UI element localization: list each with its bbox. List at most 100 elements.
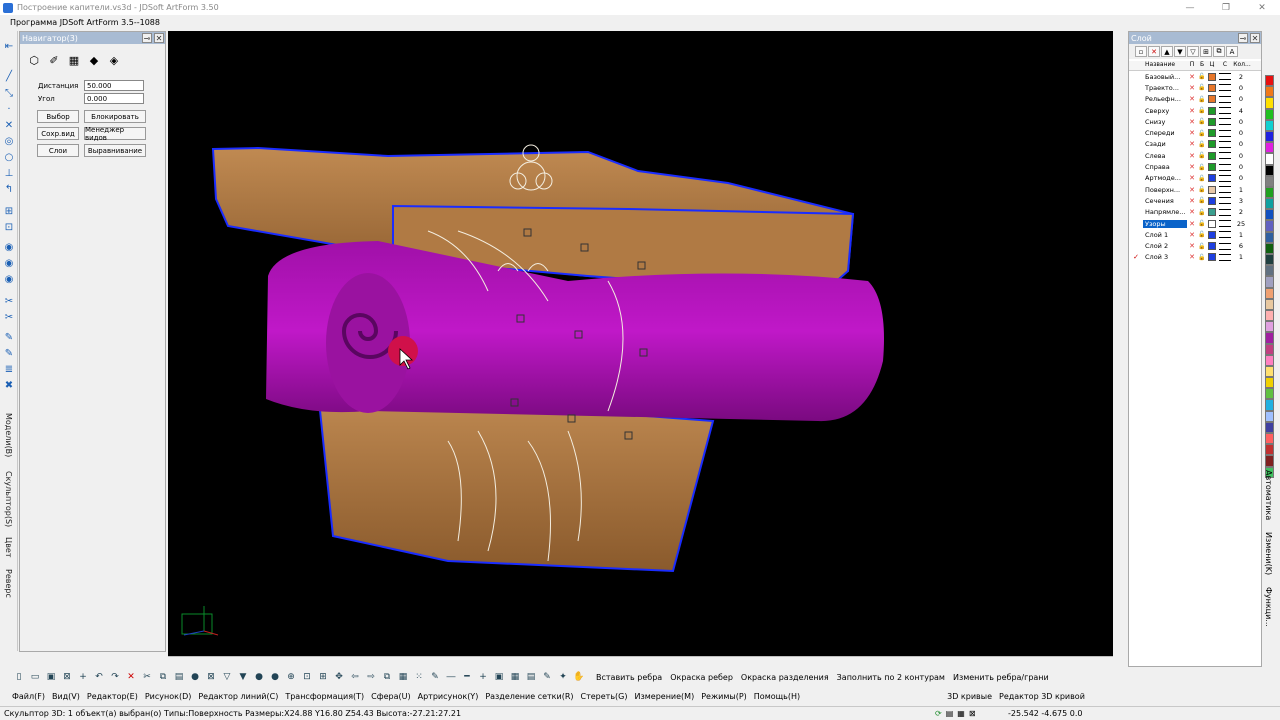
line-weight-icon[interactable]: ━ (460, 670, 474, 684)
layers-tool-icon[interactable]: ◉ (2, 256, 16, 270)
copy-view-icon[interactable]: ⧉ (380, 670, 394, 684)
open-file-icon[interactable]: ▭ (28, 670, 42, 684)
cup-icon[interactable]: ▽ (220, 670, 234, 684)
vtab-functions[interactable]: Функци... (1264, 587, 1273, 627)
bottom-menu-item[interactable]: Измерение(M) (635, 692, 695, 701)
box-icon[interactable]: ⊠ (204, 670, 218, 684)
palette-view-icon[interactable]: ◈ (106, 52, 122, 68)
layer-name[interactable]: Напрямле... (1143, 208, 1187, 216)
cross-tool-icon[interactable]: ✕ (2, 118, 16, 132)
refresh-icon[interactable]: ⟳ (935, 709, 942, 718)
copy-icon[interactable]: ⧉ (156, 670, 170, 684)
palette-swatch[interactable] (1265, 321, 1274, 333)
fit-view-icon[interactable]: ⊠ (60, 670, 74, 684)
brush-tool-icon[interactable]: ✎ (2, 346, 16, 360)
palette-swatch[interactable] (1265, 377, 1274, 389)
select-all-icon[interactable]: ▦ (957, 709, 965, 718)
visibility-icon[interactable]: ✕ (1187, 152, 1197, 160)
palette-swatch[interactable] (1265, 153, 1274, 165)
bottom-menu-item[interactable]: Редактор 3D кривой (999, 692, 1085, 701)
save-view-button[interactable]: Сохр.вид (37, 127, 79, 140)
layer-row[interactable]: Сверху ✕ 🔓 4 (1129, 105, 1261, 116)
grid-tool-icon[interactable]: ⊞ (2, 204, 16, 218)
line-style-icon[interactable] (1219, 73, 1231, 81)
visibility-icon[interactable]: ✕ (1187, 253, 1197, 261)
viewport-vertical-scrollbar[interactable] (1113, 31, 1123, 666)
lock-icon[interactable]: 🔓 (1197, 152, 1207, 159)
program-menu-label[interactable]: Программа JDSoft ArtForm 3.5--1088 (10, 18, 160, 27)
draw-view-icon[interactable]: ✐ (46, 52, 62, 68)
palette-swatch[interactable] (1265, 309, 1274, 322)
mesh-view-icon[interactable]: ▦ (66, 52, 82, 68)
palette-swatch[interactable] (1265, 343, 1274, 355)
layer-color-swatch[interactable] (1208, 83, 1216, 92)
print-icon[interactable]: ▤ (946, 709, 954, 718)
modify-edges-button[interactable]: Изменить ребра/грани (953, 673, 1049, 682)
viewport-horizontal-scrollbar[interactable] (168, 656, 1113, 666)
layers-button[interactable]: Слои (37, 144, 79, 157)
cut-tool-icon[interactable]: ✂ (2, 310, 16, 324)
lock-icon[interactable]: 🔓 (1197, 231, 1207, 238)
zoom-all-icon[interactable]: ⊞ (316, 670, 330, 684)
visibility-icon[interactable]: ✕ (1187, 197, 1197, 205)
palette-swatch[interactable] (1265, 455, 1274, 467)
layer-name[interactable]: Слева (1143, 152, 1187, 160)
palette-swatch[interactable] (1265, 242, 1274, 254)
layer-color-swatch[interactable] (1208, 219, 1216, 228)
palette-swatch[interactable] (1265, 209, 1274, 221)
line-style-icon[interactable]: ― (444, 670, 458, 684)
layer-row[interactable]: Артмоде... ✕ 🔓 0 (1129, 173, 1261, 184)
pan-icon[interactable]: ✥ (332, 670, 346, 684)
layer-color-swatch[interactable] (1208, 242, 1216, 251)
layer-row[interactable]: Напрямле... ✕ 🔓 2 (1129, 207, 1261, 218)
lock-icon[interactable]: 🔓 (1197, 73, 1207, 80)
layer-row[interactable]: Снизу ✕ 🔓 0 (1129, 116, 1261, 127)
palette-swatch[interactable] (1265, 75, 1274, 87)
plus-icon[interactable]: + (476, 670, 490, 684)
visibility-icon[interactable]: ✕ (1187, 95, 1197, 103)
polyline-tool-icon[interactable]: ⤡ (2, 86, 16, 100)
visibility-icon[interactable]: ✕ (1187, 174, 1197, 182)
bottom-menu-item[interactable]: Разделение сетки(R) (485, 692, 573, 701)
view-manager-button[interactable]: Менеджер видов (84, 126, 146, 142)
palette-swatch[interactable] (1265, 86, 1274, 98)
distance-input[interactable] (84, 80, 144, 91)
col-style[interactable]: С (1217, 61, 1233, 70)
line-style-icon[interactable] (1219, 231, 1231, 239)
zoom-window-icon[interactable]: ⊡ (300, 670, 314, 684)
layer-name[interactable]: Сверху (1143, 107, 1187, 115)
color-division-button[interactable]: Окраска разделения (741, 673, 829, 682)
line-tool-icon[interactable]: ╱ (2, 69, 16, 83)
line-style-icon[interactable] (1219, 140, 1231, 148)
current-layer-check-icon[interactable]: ✓ (1129, 253, 1143, 261)
delete-layer-icon[interactable]: ✕ (1148, 46, 1160, 57)
layer-color-swatch[interactable] (1208, 151, 1216, 160)
align-button[interactable]: Выравнивание (84, 144, 146, 157)
layer-color-swatch[interactable] (1208, 230, 1216, 239)
layer-name[interactable]: Базовый... (1143, 73, 1187, 81)
layer-name[interactable]: Снизу (1143, 118, 1187, 126)
bottom-menu-item[interactable]: Рисунок(D) (145, 692, 192, 701)
line-style-icon[interactable] (1219, 107, 1231, 115)
palette-swatch[interactable] (1265, 433, 1274, 445)
layer-name[interactable]: Артмоде... (1143, 174, 1187, 182)
light-icon[interactable]: ● (252, 670, 266, 684)
layer-color-swatch[interactable] (1208, 196, 1216, 205)
palette-swatch[interactable] (1265, 298, 1274, 310)
palette-swatch[interactable] (1265, 410, 1274, 422)
paint-tool-icon[interactable]: ✎ (2, 330, 16, 344)
visibility-icon[interactable]: ✕ (1187, 208, 1197, 216)
layer-name[interactable]: Сечения (1143, 197, 1187, 205)
palette-swatch[interactable] (1265, 265, 1274, 277)
vtab-modify[interactable]: Измени(K) (1264, 532, 1273, 575)
layer-row[interactable]: Траекто... ✕ 🔓 0 (1129, 82, 1261, 93)
col-visible[interactable]: П (1187, 61, 1197, 70)
visibility-icon[interactable]: ✕ (1187, 231, 1197, 239)
sphere-tool-icon[interactable]: ◉ (2, 272, 16, 286)
grid-icon[interactable]: ▦ (396, 670, 410, 684)
palette-swatch[interactable] (1265, 142, 1274, 154)
minimize-button[interactable]: — (1172, 0, 1208, 15)
lock-icon[interactable]: 🔓 (1197, 197, 1207, 204)
vtab-automation[interactable]: Автоматика (1264, 470, 1273, 520)
layer-color-swatch[interactable] (1208, 95, 1216, 104)
